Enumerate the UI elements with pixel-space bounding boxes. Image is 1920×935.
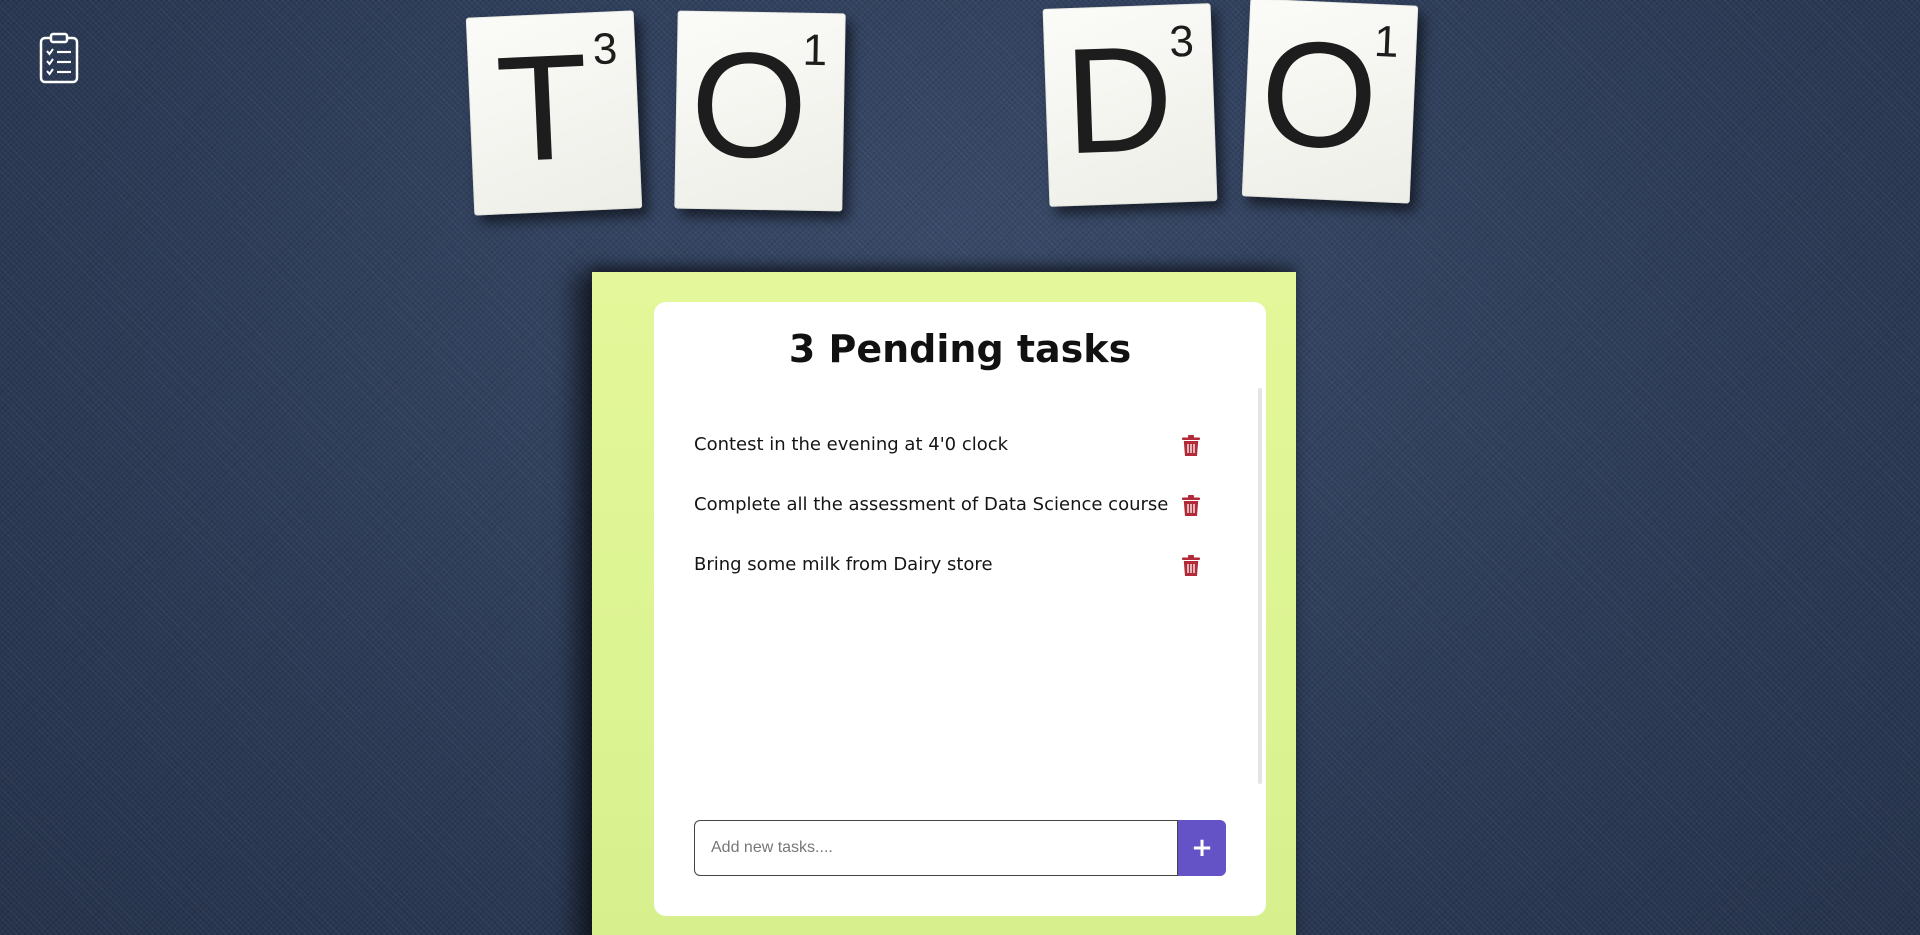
tile-letter: O — [1257, 8, 1382, 181]
task-item: Complete all the assessment of Data Scie… — [694, 474, 1224, 534]
task-list-scrollbar[interactable] — [1258, 388, 1262, 784]
page-title: 3 Pending tasks — [788, 327, 1132, 371]
task-item: Contest in the evening at 4'0 clock — [694, 414, 1224, 474]
todo-card: 3 Pending tasks Contest in the evening a… — [654, 302, 1266, 916]
tile-score: 1 — [1373, 16, 1400, 67]
delete-task-button[interactable] — [1180, 553, 1202, 577]
tile-score: 1 — [802, 25, 828, 76]
add-task-button[interactable]: + — [1178, 820, 1226, 876]
tile-score: 3 — [591, 24, 619, 75]
tile-d: D 3 — [1042, 3, 1218, 207]
trash-icon — [1182, 554, 1200, 576]
task-list: Contest in the evening at 4'0 clock Comp… — [694, 414, 1224, 694]
trash-icon — [1182, 434, 1200, 456]
task-text: Contest in the evening at 4'0 clock — [694, 433, 1009, 455]
new-task-input[interactable] — [694, 820, 1178, 876]
tile-letter: O — [689, 19, 809, 190]
task-item: Bring some milk from Dairy store — [694, 534, 1224, 594]
delete-task-button[interactable] — [1180, 433, 1202, 457]
tile-o: O 1 — [674, 10, 846, 212]
delete-task-button[interactable] — [1180, 493, 1202, 517]
task-text: Bring some milk from Dairy store — [694, 553, 993, 575]
tile-t: T 3 — [465, 10, 643, 216]
clipboard-list-icon — [38, 32, 80, 84]
tile-o-second: O 1 — [1241, 0, 1419, 204]
task-text: Complete all the assessment of Data Scie… — [694, 493, 1169, 515]
tile-score: 3 — [1168, 16, 1195, 67]
add-task-form: + — [694, 820, 1226, 876]
trash-icon — [1182, 494, 1200, 516]
